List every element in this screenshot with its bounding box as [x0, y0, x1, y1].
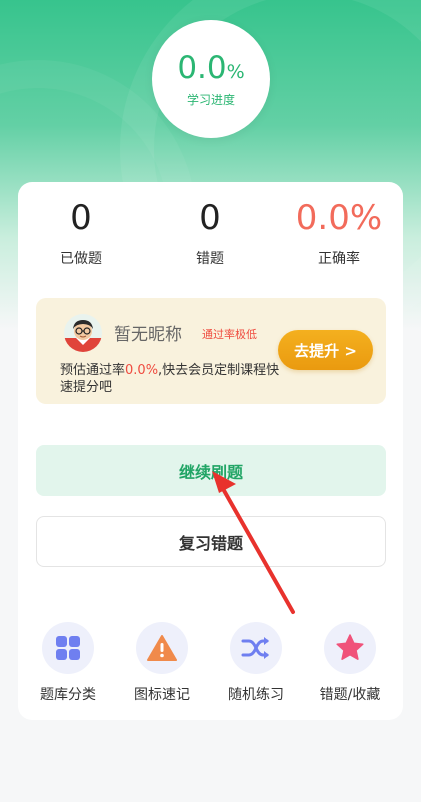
progress-circle: 0.0% 学习进度	[152, 20, 270, 138]
upgrade-button[interactable]: 去提升 >	[278, 330, 373, 370]
quick-link-random[interactable]: 随机练习	[209, 622, 303, 704]
quick-link-categories[interactable]: 题库分类	[21, 622, 115, 704]
avatar[interactable]	[64, 314, 102, 352]
member-promo-card: 暂无昵称 通过率极低 预估通过率0.0%,快去会员定制课程快速提分吧 去提升 >	[36, 298, 386, 404]
quick-link-label: 随机练习	[228, 687, 284, 703]
star-icon	[324, 622, 376, 674]
quick-link-favorites[interactable]: 错题/收藏	[303, 622, 397, 704]
stat-done-label: 已做题	[60, 251, 102, 267]
stat-done[interactable]: 0 已做题	[21, 198, 141, 268]
shuffle-icon	[230, 622, 282, 674]
warning-icon	[136, 622, 188, 674]
pass-rate-badge: 通过率极低	[202, 328, 257, 341]
quick-link-sign-memo[interactable]: 图标速记	[115, 622, 209, 704]
quick-link-label: 题库分类	[40, 687, 96, 703]
stats-row: 0 已做题 0 错题 0.0% 正确率	[18, 182, 403, 282]
grid-icon	[42, 622, 94, 674]
nickname: 暂无昵称	[114, 325, 182, 345]
stat-wrong-value: 0	[199, 198, 221, 238]
review-mistakes-button[interactable]: 复习错题	[36, 516, 386, 567]
quick-link-label: 图标速记	[134, 687, 190, 703]
main-card: 0 已做题 0 错题 0.0% 正确率 暂无昵称 通过率极低 预估通过率0.0%…	[18, 182, 403, 720]
quick-link-label: 错题/收藏	[319, 687, 381, 703]
continue-practice-button[interactable]: 继续刷题	[36, 445, 386, 496]
promo-text: 预估通过率0.0%,快去会员定制课程快速提分吧	[60, 363, 280, 395]
stat-accuracy: 0.0% 正确率	[279, 198, 399, 268]
stat-wrong[interactable]: 0 错题	[150, 198, 270, 268]
progress-label: 学习进度	[186, 92, 235, 107]
stat-accuracy-label: 正确率	[318, 251, 360, 267]
stat-done-value: 0	[70, 198, 92, 238]
progress-value: 0.0%	[177, 49, 245, 86]
stat-wrong-label: 错题	[196, 251, 224, 267]
stat-accuracy-value: 0.0%	[295, 198, 383, 238]
